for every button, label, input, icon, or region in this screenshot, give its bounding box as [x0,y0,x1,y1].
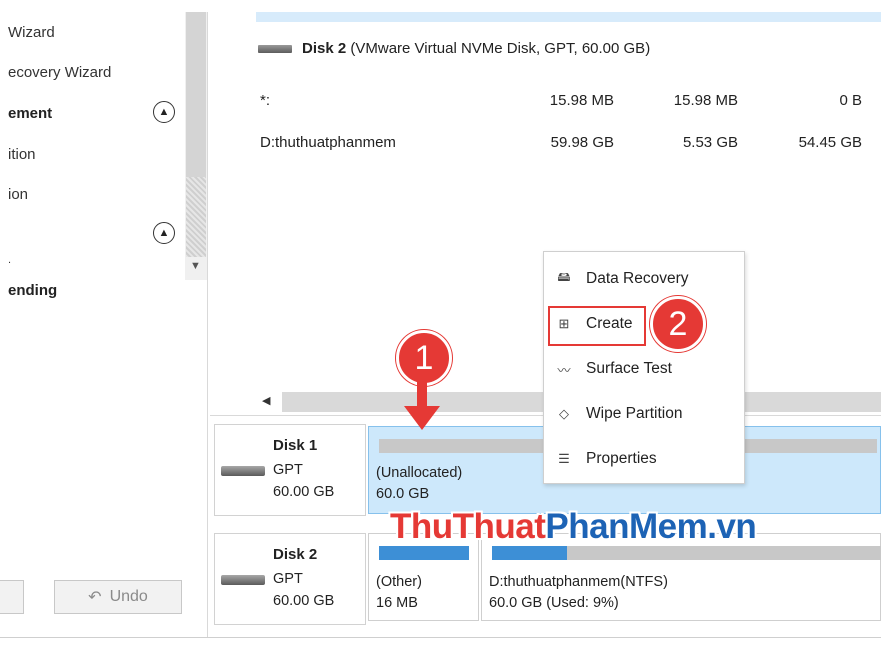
disk-name: Disk 2 [273,546,318,563]
app-window: Wizard ecovery Wizard ement ▲ ition ion … [0,0,881,651]
list-icon: ☰ [558,451,570,466]
sidebar-scroll-thumb[interactable] [186,12,206,177]
menu-item-surface-test[interactable]: 〰 Surface Test [554,352,734,386]
collapse-up-icon[interactable]: ▲ [153,101,175,123]
menu-item-wipe-partition[interactable]: ◇ Wipe Partition [554,397,734,431]
usage-bar [492,546,881,560]
undo-label: Undo [109,588,148,605]
partition-size: 16 MB [376,595,418,611]
partition-capacity: 59.98 GB [550,134,614,151]
undo-button[interactable]: ↶ Undo [54,580,182,614]
disk-style: GPT [273,462,303,478]
sidebar-item-partition[interactable]: ition [8,146,36,163]
step-2-badge: 2 [650,296,706,352]
disk-size: 60.00 GB [273,484,335,500]
menu-item-properties[interactable]: ☰ Properties [554,442,734,476]
scroll-down-icon[interactable]: ▼ [190,260,201,272]
undo-icon: ↶ [88,589,102,606]
arrow-down-icon [404,378,440,430]
partition-label: (Other) [376,574,422,590]
partition-used: 5.53 GB [682,134,738,151]
menu-item-data-recovery[interactable]: 🖴 Data Recovery [554,262,734,296]
eraser-icon: ◇ [559,406,569,421]
sidebar-item-dot: . [8,254,12,266]
partition-size: 60.0 GB [376,486,430,502]
divider [0,637,881,638]
partition-name: *: [260,92,271,109]
disk-name: Disk 2 [302,40,347,57]
partition-label: (Unallocated) [376,465,463,481]
collapse-up-icon[interactable]: ▲ [153,222,175,244]
partition-unused: 54.45 GB [798,134,862,151]
context-menu: 🖴 Data Recovery ⊞ Create 〰 Surface Test … [543,251,745,484]
sidebar-item-wizard[interactable]: Wizard [8,24,55,41]
hard-disk-icon [221,463,265,479]
disk-size: 60.00 GB [273,593,335,609]
waveform-icon: 〰 [557,362,571,378]
scroll-left-icon[interactable]: ◀ [262,394,270,407]
usage-bar [379,546,469,560]
menu-item-label: Properties [586,450,657,467]
disk-name: Disk 1 [273,437,318,454]
menu-item-label: Surface Test [586,360,672,377]
sidebar-item-ion[interactable]: ion [8,186,28,203]
partition-capacity: 15.98 MB [549,92,614,109]
hard-disk-icon [221,572,265,588]
sidebar: Wizard ecovery Wizard ement ▲ ition ion … [0,12,208,638]
hdd-icon: 🖴 [557,269,571,284]
partition-name: D:thuthuatphanmem [260,134,396,151]
apply-button[interactable] [0,580,24,614]
menu-item-label: Data Recovery [586,270,689,287]
sidebar-scroll-track [186,177,206,257]
hard-disk-icon [258,42,292,56]
selected-row-highlight [256,12,881,22]
disk-1-card[interactable]: Disk 1 GPT 60.00 GB [214,424,366,516]
disk-2-card[interactable]: Disk 2 GPT 60.00 GB [214,533,366,625]
watermark: ThuThuatPhanMem.vn [390,507,757,546]
partition-size: 60.0 GB (Used: 9%) [489,595,619,611]
sidebar-item-recovery-wizard[interactable]: ecovery Wizard [8,64,111,81]
disk-description: (VMware Virtual NVMe Disk, GPT, 60.00 GB… [350,40,651,57]
create-highlight-box [548,306,646,346]
partition-label: D:thuthuatphanmem(NTFS) [489,574,668,590]
partition-used: 15.98 MB [673,92,738,109]
partition-unused: 0 B [839,92,862,109]
disk-header[interactable]: Disk 2 (VMware Virtual NVMe Disk, GPT, 6… [258,40,650,57]
sidebar-section-pending[interactable]: ending [8,282,57,299]
menu-item-label: Wipe Partition [586,405,683,422]
sidebar-section-management[interactable]: ement [8,105,52,122]
disk-style: GPT [273,571,303,587]
